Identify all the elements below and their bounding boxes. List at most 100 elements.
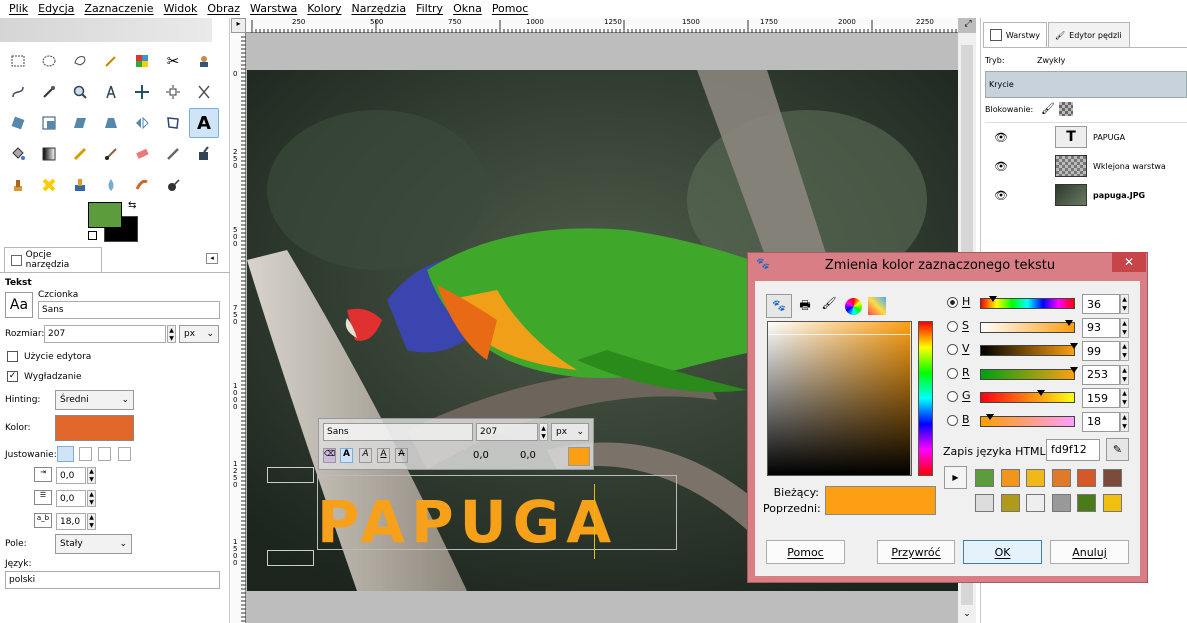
menu-obraz[interactable]: Obraz	[202, 0, 245, 18]
justify-right-icon[interactable]	[79, 447, 92, 461]
channel-radio-v[interactable]	[947, 344, 958, 355]
history-swatch[interactable]	[1051, 494, 1071, 512]
zoom-fit-icon[interactable]: ⤢	[961, 19, 975, 32]
justify-left-icon[interactable]	[57, 446, 74, 462]
toolbar-unit-select[interactable]: px ⌄	[551, 423, 589, 441]
tab-layers[interactable]: Warstwy	[983, 22, 1047, 47]
history-swatch[interactable]	[1102, 494, 1122, 512]
toolbar-size-input[interactable]: 207	[476, 423, 538, 441]
justify-center-icon[interactable]	[98, 447, 111, 461]
scissors-icon[interactable]: ✂	[158, 46, 188, 76]
size-spinner[interactable]: ▲ ▼	[167, 325, 176, 343]
menu-edycja[interactable]: Edycja	[33, 0, 79, 18]
history-swatch[interactable]	[1051, 469, 1071, 487]
eye-icon[interactable]: 👁	[985, 160, 1017, 173]
reset-button[interactable]: Przywróć	[877, 540, 955, 564]
history-expand-icon[interactable]: ▶	[944, 466, 967, 489]
perspective-clone-icon[interactable]	[65, 170, 95, 200]
indent-input[interactable]: 0,0	[56, 467, 86, 484]
reset-colors-icon[interactable]	[88, 231, 97, 240]
size-unit-select[interactable]: px ⌄	[179, 325, 219, 343]
move-icon[interactable]	[127, 77, 157, 107]
menu-widok[interactable]: Widok	[159, 0, 203, 18]
html-hex-input[interactable]: fd9f12	[1046, 439, 1100, 461]
cancel-button[interactable]: Anuluj	[1050, 540, 1129, 564]
ellipse-select-icon[interactable]	[34, 46, 64, 76]
letter-spacing-input[interactable]: 18,0	[56, 513, 86, 530]
text-tool-icon[interactable]: A	[189, 108, 219, 138]
text-box-handle-top[interactable]	[267, 467, 314, 483]
history-swatch[interactable]	[1000, 469, 1020, 487]
lock-alpha-icon[interactable]	[1059, 102, 1073, 116]
smudge-icon[interactable]	[127, 170, 157, 200]
layer-row[interactable]: 👁 T PAPUGA	[985, 123, 1187, 151]
eyedropper-icon[interactable]: ✎	[1106, 438, 1129, 461]
channel-radio-h[interactable]	[947, 297, 958, 308]
channel-slider-v[interactable]	[980, 345, 1075, 356]
text-box-handle-bottom[interactable]	[267, 550, 314, 566]
channel-value-h[interactable]: 36	[1082, 294, 1120, 314]
ok-button[interactable]: OK	[963, 540, 1042, 564]
channel-slider-g[interactable]	[980, 392, 1075, 403]
box-select[interactable]: Stały ⌄	[55, 534, 132, 554]
rect-select-icon[interactable]	[3, 46, 33, 76]
font-input[interactable]: Sans	[38, 301, 220, 319]
text-color-button[interactable]	[55, 415, 134, 441]
opacity-slider[interactable]: Krycie	[985, 71, 1187, 98]
paintbrush-icon[interactable]	[96, 139, 126, 169]
letter-spacing-spinner[interactable]: ▲ ▼	[87, 513, 96, 530]
antialias-checkbox[interactable]: ✓	[7, 371, 18, 382]
channel-spinner-s[interactable]: ▲ ▼	[1120, 317, 1129, 338]
lock-pixels-icon[interactable]: 🖌	[1041, 102, 1055, 115]
channel-spinner-r[interactable]: ▲ ▼	[1120, 364, 1129, 385]
tab-brush-editor[interactable]: 🖌 Edytor pędzli	[1048, 22, 1130, 47]
panel-menu-icon[interactable]: ◂	[206, 253, 218, 264]
eraser-icon[interactable]	[127, 139, 157, 169]
history-swatch[interactable]	[1026, 494, 1045, 512]
zoom-icon[interactable]	[65, 77, 95, 107]
hue-strip[interactable]	[918, 321, 933, 476]
menu-okna[interactable]: Okna	[448, 0, 487, 18]
channel-slider-r[interactable]	[980, 368, 1075, 380]
channel-spinner-b[interactable]: ▲ ▼	[1120, 411, 1129, 432]
help-button[interactable]: Pomoc	[766, 540, 845, 564]
bold-icon[interactable]: A	[340, 448, 353, 463]
tab-tool-options[interactable]: Opcje narzędzia	[4, 247, 102, 272]
toolbar-size-spinner[interactable]: ▲ ▼	[539, 423, 548, 441]
channel-value-g[interactable]: 159	[1082, 388, 1120, 408]
use-editor-checkbox[interactable]	[7, 351, 18, 362]
language-input[interactable]: polski	[5, 571, 220, 589]
channel-radio-s[interactable]	[947, 320, 958, 332]
toolbar-font-input[interactable]: Sans	[323, 423, 473, 441]
menu-warstwa[interactable]: Warstwa	[245, 0, 302, 18]
dodge-burn-icon[interactable]	[158, 170, 188, 200]
channel-radio-r[interactable]	[947, 367, 958, 379]
airbrush-icon[interactable]	[158, 139, 188, 169]
scroll-down-icon[interactable]: ⌄	[958, 609, 976, 623]
quickmask-icon[interactable]: ▸	[231, 18, 246, 33]
layer-row[interactable]: 👁 Wklejona warstwa	[985, 152, 1187, 180]
channel-spinner-g[interactable]: ▲ ▼	[1120, 388, 1129, 408]
shear-icon[interactable]	[65, 108, 95, 138]
align-icon[interactable]	[158, 77, 188, 107]
channel-value-b[interactable]: 18	[1082, 411, 1120, 432]
line-spacing-input[interactable]: 0,0	[56, 490, 86, 507]
toolbar-color-button[interactable]	[568, 447, 590, 466]
history-swatch[interactable]	[1000, 494, 1020, 512]
wheel-selector-icon[interactable]	[845, 298, 862, 315]
history-swatch[interactable]	[1077, 469, 1096, 487]
kerning-input[interactable]: 0,0	[517, 447, 553, 465]
blend-icon[interactable]	[34, 139, 64, 169]
strikethrough-icon[interactable]: A	[395, 448, 408, 463]
flip-icon[interactable]	[127, 108, 157, 138]
baseline-input[interactable]: 0,0	[470, 447, 506, 465]
ink-icon[interactable]	[189, 139, 219, 169]
select-by-color-icon[interactable]	[127, 46, 157, 76]
fuzzy-select-icon[interactable]	[96, 46, 126, 76]
menu-narzedzia[interactable]: Narzędzia	[346, 0, 411, 18]
hinting-select[interactable]: Średni ⌄	[55, 390, 134, 410]
channel-radio-b[interactable]	[947, 414, 958, 426]
eye-icon[interactable]: 👁	[985, 131, 1017, 144]
clear-style-icon[interactable]: ⌫	[323, 448, 336, 463]
underline-icon[interactable]: A	[377, 448, 390, 463]
